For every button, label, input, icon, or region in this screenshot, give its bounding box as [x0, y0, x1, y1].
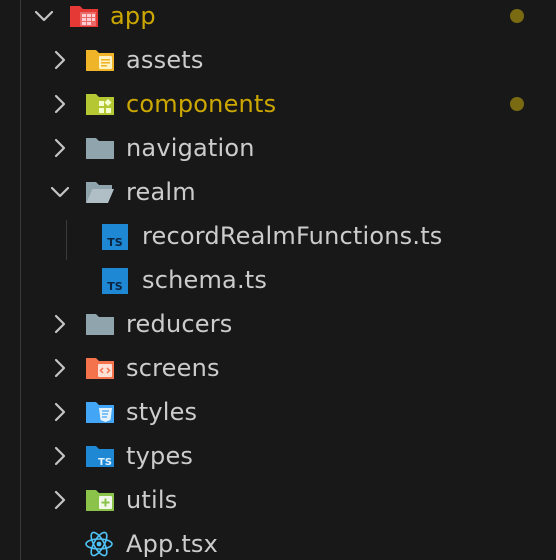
folder-icon: [84, 302, 116, 346]
types-folder-icon: TS: [84, 434, 116, 478]
tree-item-label: recordRealmFunctions.ts: [142, 222, 443, 250]
chevron-down-icon[interactable]: [29, 0, 59, 38]
tree-item-screens[interactable]: screens: [0, 346, 556, 390]
typescript-file-icon: TS: [100, 214, 132, 258]
chevron-right-icon[interactable]: [45, 478, 75, 522]
folder-open-icon: [84, 170, 116, 214]
tree-item-label: styles: [126, 398, 198, 426]
svg-text:TS: TS: [98, 457, 112, 468]
tree-item-label: assets: [126, 46, 204, 74]
tree-item-recordRealmFunctions-ts[interactable]: TS recordRealmFunctions.ts: [0, 214, 556, 258]
chevron-right-icon[interactable]: [45, 82, 75, 126]
chevron-right-icon[interactable]: [45, 126, 75, 170]
tree-item-label: navigation: [126, 134, 255, 162]
tree-item-label: reducers: [126, 310, 233, 338]
tree-item-utils[interactable]: utils: [0, 478, 556, 522]
tree-item-label: utils: [126, 486, 178, 514]
tree-item-assets[interactable]: assets: [0, 38, 556, 82]
chevron-right-icon[interactable]: [45, 390, 75, 434]
typescript-file-icon: TS: [100, 258, 132, 302]
chevron-down-icon[interactable]: [45, 170, 75, 214]
tree-item-label: App.tsx: [126, 530, 219, 558]
tree-item-App-tsx[interactable]: App.tsx: [0, 522, 556, 560]
modified-indicator-dot: [510, 97, 524, 111]
screens-folder-icon: [84, 346, 116, 390]
tree-item-types[interactable]: TS types: [0, 434, 556, 478]
chevron-right-icon[interactable]: [45, 346, 75, 390]
svg-text:TS: TS: [107, 280, 123, 293]
svg-text:TS: TS: [107, 236, 123, 249]
assets-folder-icon: [84, 38, 116, 82]
file-explorer: app assets components navigation realm T…: [0, 0, 556, 560]
utils-folder-icon: [84, 478, 116, 522]
components-folder-icon: [84, 82, 116, 126]
chevron-right-icon[interactable]: [45, 38, 75, 82]
tree-item-styles[interactable]: styles: [0, 390, 556, 434]
react-file-icon: [84, 522, 116, 560]
chevron-right-icon[interactable]: [45, 434, 75, 478]
tree-item-label: app: [110, 2, 156, 30]
tree-item-label: realm: [126, 178, 196, 206]
tree-item-components[interactable]: components: [0, 82, 556, 126]
chevron-right-icon[interactable]: [45, 302, 75, 346]
app-folder-open-icon: [68, 0, 100, 38]
folder-icon: [84, 126, 116, 170]
tree-item-schema-ts[interactable]: TS schema.ts: [0, 258, 556, 302]
modified-indicator-dot: [510, 9, 524, 23]
tree-item-label: types: [126, 442, 194, 470]
tree-item-realm[interactable]: realm: [0, 170, 556, 214]
tree-item-label: screens: [126, 354, 220, 382]
tree-item-navigation[interactable]: navigation: [0, 126, 556, 170]
tree-item-label: schema.ts: [142, 266, 268, 294]
styles-folder-icon: [84, 390, 116, 434]
tree-item-app[interactable]: app: [0, 0, 556, 38]
tree-item-label: components: [126, 90, 277, 118]
tree-item-reducers[interactable]: reducers: [0, 302, 556, 346]
